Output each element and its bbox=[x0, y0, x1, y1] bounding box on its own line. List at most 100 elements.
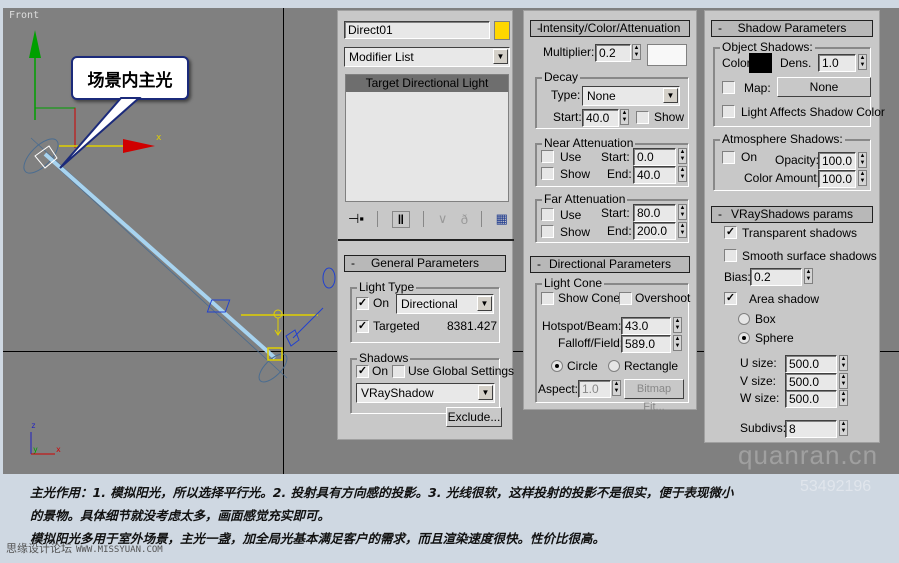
vray-shadows-rollout[interactable]: - VRayShadows params bbox=[711, 206, 873, 223]
u-size-input[interactable]: 500.0 bbox=[785, 355, 837, 373]
light-on-checkbox[interactable]: ✓ bbox=[356, 297, 369, 310]
make-unique-icon[interactable]: ∨ bbox=[438, 211, 448, 227]
dens-spinner[interactable]: ▲ ▼ bbox=[858, 54, 867, 70]
aspect-input[interactable]: 1.0 bbox=[578, 380, 611, 398]
modifier-list-dropdown[interactable]: Modifier List ▼ bbox=[344, 47, 510, 67]
transparent-shadows-checkbox[interactable]: ✓ bbox=[724, 226, 737, 239]
shadow-parameters-rollout[interactable]: - Shadow Parameters bbox=[711, 20, 873, 37]
rollout-title: Shadow Parameters bbox=[737, 21, 847, 35]
near-start-input[interactable]: 0.0 bbox=[633, 148, 676, 166]
decay-start-input[interactable]: 40.0 bbox=[582, 109, 619, 127]
hotspot-spinner[interactable]: ▲ ▼ bbox=[673, 317, 682, 333]
camera-object[interactable] bbox=[206, 267, 336, 347]
far-start-input[interactable]: 80.0 bbox=[633, 204, 676, 222]
shadows-on-checkbox[interactable]: ✓ bbox=[356, 365, 369, 378]
v-size-input[interactable]: 500.0 bbox=[785, 373, 837, 391]
general-parameters-rollout[interactable]: - General Parameters bbox=[344, 255, 506, 272]
decay-start-spinner[interactable]: ▲ ▼ bbox=[620, 109, 629, 125]
area-shadow-checkbox[interactable]: ✓ bbox=[724, 292, 737, 305]
map-checkbox[interactable] bbox=[722, 81, 735, 94]
near-start-spinner[interactable]: ▲ ▼ bbox=[678, 148, 687, 164]
far-end-input[interactable]: 200.0 bbox=[633, 222, 676, 240]
decay-show-checkbox[interactable] bbox=[636, 111, 649, 124]
bias-spinner[interactable]: ▲ ▼ bbox=[804, 268, 813, 284]
far-use-checkbox[interactable] bbox=[541, 208, 554, 221]
sphere-label: Sphere bbox=[755, 331, 794, 345]
hotspot-input[interactable]: 43.0 bbox=[621, 317, 671, 335]
rollout-title: General Parameters bbox=[370, 256, 480, 270]
exclude-button[interactable]: Exclude... bbox=[446, 407, 502, 427]
color-amount-spinner[interactable]: ▲ ▼ bbox=[858, 170, 867, 186]
targeted-checkbox[interactable]: ✓ bbox=[356, 320, 369, 333]
light-affects-shadow-checkbox[interactable] bbox=[722, 105, 735, 118]
near-show-checkbox[interactable] bbox=[541, 167, 554, 180]
near-end-input[interactable]: 40.0 bbox=[633, 166, 676, 184]
near-use-checkbox[interactable] bbox=[541, 150, 554, 163]
object-color-swatch[interactable] bbox=[494, 21, 510, 40]
overshoot-label: Overshoot bbox=[635, 291, 691, 305]
w-size-spinner[interactable]: ▲ ▼ bbox=[839, 390, 848, 406]
light-color-swatch[interactable] bbox=[647, 44, 687, 66]
decay-type-dropdown[interactable]: None ▼ bbox=[582, 86, 680, 106]
use-global-label: Use Global Settings bbox=[408, 364, 515, 378]
u-size-spinner[interactable]: ▲ ▼ bbox=[839, 355, 848, 371]
overshoot-checkbox[interactable] bbox=[619, 292, 632, 305]
circle-radio[interactable] bbox=[551, 360, 563, 372]
remove-modifier-icon[interactable]: ð bbox=[461, 212, 468, 227]
subdivs-spinner[interactable]: ▲ ▼ bbox=[839, 420, 848, 436]
object-name-field[interactable]: Direct01 bbox=[344, 21, 490, 39]
light-beam[interactable] bbox=[18, 133, 291, 386]
box-radio[interactable] bbox=[738, 313, 750, 325]
dens-input[interactable]: 1.0 bbox=[818, 54, 856, 72]
shadow-map-button[interactable]: None bbox=[777, 77, 871, 97]
aspect-label: Aspect: bbox=[538, 382, 579, 396]
sphere-radio[interactable] bbox=[738, 332, 750, 344]
far-end-spinner[interactable]: ▲ ▼ bbox=[678, 222, 687, 238]
tripod-y-label: y bbox=[33, 445, 38, 454]
multiplier-input[interactable]: 0.2 bbox=[595, 44, 631, 62]
v-size-label: V size: bbox=[740, 374, 777, 388]
intensity-rollout[interactable]: - Intensity/Color/Attenuation bbox=[530, 20, 690, 37]
chevron-down-icon: ▼ bbox=[477, 296, 492, 311]
pin-stack-icon[interactable]: ⊣▪ bbox=[348, 211, 364, 227]
light-type-dropdown[interactable]: Directional ▼ bbox=[396, 294, 494, 314]
shadow-type-dropdown[interactable]: VRayShadow ▼ bbox=[356, 383, 495, 403]
aspect-spinner[interactable]: ▲ ▼ bbox=[612, 380, 621, 396]
far-show-checkbox[interactable] bbox=[541, 225, 554, 238]
opacity-input[interactable]: 100.0 bbox=[818, 152, 856, 170]
group-label: Light Type bbox=[357, 280, 417, 294]
near-end-label: End: bbox=[607, 167, 632, 181]
intensity-panel: - Intensity/Color/Attenuation Multiplier:… bbox=[523, 10, 697, 413]
stack-item[interactable]: Target Directional Light bbox=[346, 75, 508, 92]
use-global-checkbox[interactable] bbox=[392, 365, 405, 378]
multiplier-label: Multiplier: bbox=[543, 45, 595, 59]
rollout-title: Directional Parameters bbox=[548, 257, 672, 271]
smooth-surface-checkbox[interactable] bbox=[724, 249, 737, 262]
show-end-result-icon[interactable]: ‖ bbox=[391, 210, 411, 228]
color-amount-input[interactable]: 100.0 bbox=[818, 170, 856, 188]
far-start-spinner[interactable]: ▲ ▼ bbox=[678, 204, 687, 220]
bias-input[interactable]: 0.2 bbox=[750, 268, 802, 286]
group-label: Shadows bbox=[357, 351, 411, 365]
caption-line-1: 主光作用：1. 模拟阳光，所以选择平行光。2. 投射具有方向感的投影。3. 光线… bbox=[30, 485, 734, 500]
configure-modifier-sets-icon[interactable]: ▦ bbox=[496, 211, 508, 227]
directional-parameters-rollout[interactable]: - Directional Parameters bbox=[530, 256, 690, 273]
w-size-input[interactable]: 500.0 bbox=[785, 390, 837, 408]
falloff-input[interactable]: 589.0 bbox=[621, 335, 671, 353]
subdivs-input[interactable]: 8 bbox=[785, 420, 837, 438]
multiplier-spinner[interactable]: ▲ ▼ bbox=[632, 44, 641, 60]
bitmap-fit-button[interactable]: Bitmap Fit... bbox=[624, 379, 684, 413]
v-size-spinner[interactable]: ▲ ▼ bbox=[839, 373, 848, 389]
modifier-stack[interactable]: Target Directional Light bbox=[345, 74, 509, 202]
atmosphere-on-checkbox[interactable] bbox=[722, 151, 735, 164]
falloff-spinner[interactable]: ▲ ▼ bbox=[673, 335, 682, 351]
collapse-icon: - bbox=[718, 207, 722, 221]
near-use-label: Use bbox=[560, 150, 582, 164]
near-end-spinner[interactable]: ▲ ▼ bbox=[678, 166, 687, 182]
opacity-spinner[interactable]: ▲ ▼ bbox=[858, 152, 867, 168]
tripod-z-label: z bbox=[31, 421, 36, 430]
show-cone-checkbox[interactable] bbox=[541, 292, 554, 305]
shadow-color-swatch[interactable] bbox=[749, 53, 772, 73]
rectangle-radio[interactable] bbox=[608, 360, 620, 372]
falloff-label: Falloff/Field: bbox=[558, 336, 624, 350]
